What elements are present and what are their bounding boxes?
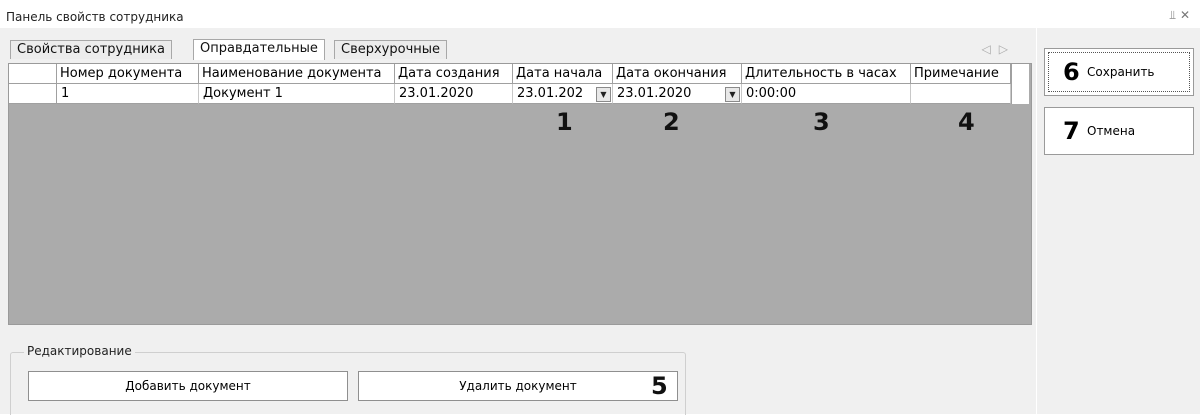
cancel-button-label: Отмена (1087, 124, 1136, 138)
divider (1036, 28, 1037, 414)
add-document-button[interactable]: Добавить документ (28, 371, 348, 401)
grid-header-spacer (1011, 64, 1029, 104)
panel-title: Панель свойств сотрудника (6, 10, 184, 24)
cell-end-date[interactable]: 23.01.2020 (613, 84, 742, 104)
grid-corner (9, 64, 57, 84)
callout-2: 2 (663, 108, 680, 136)
column-header-start[interactable]: Дата начала (513, 64, 613, 84)
chevron-left-icon[interactable]: ◁ (982, 42, 999, 56)
column-header-number[interactable]: Номер документа (57, 64, 199, 84)
column-header-duration[interactable]: Длительность в часах (742, 64, 911, 84)
pin-icon[interactable]: ⫫ (1169, 8, 1180, 22)
documents-grid: Номер документа Наименование документа Д… (8, 63, 1032, 325)
callout-3: 3 (813, 108, 830, 136)
cancel-button[interactable]: 7 Отмена (1044, 107, 1194, 155)
callout-4: 4 (958, 108, 975, 136)
delete-document-button[interactable]: Удалить документ (358, 371, 678, 401)
start-date-dropdown-button[interactable]: ▼ (596, 87, 611, 102)
cell-duration[interactable]: 0:00:00 (742, 84, 911, 104)
chevron-down-icon: ▼ (600, 90, 607, 99)
tab-strip: Свойства сотрудника Оправдательные Сверх… (0, 30, 1030, 60)
chevron-down-icon: ▼ (729, 90, 736, 99)
tab-overtime[interactable]: Сверхурочные (334, 40, 448, 59)
column-header-created[interactable]: Дата создания (395, 64, 513, 84)
column-header-end[interactable]: Дата окончания (613, 64, 742, 84)
column-header-note[interactable]: Примечание (911, 64, 1011, 84)
tab-employee-properties[interactable]: Свойства сотрудника (10, 40, 172, 59)
callout-7: 7 (1063, 117, 1080, 145)
cell-created[interactable]: 23.01.2020 (395, 84, 513, 104)
column-header-name[interactable]: Наименование документа (199, 64, 395, 84)
callout-6: 6 (1063, 58, 1080, 86)
save-button-label: Сохранить (1087, 65, 1155, 79)
chevron-right-icon[interactable]: ▷ (999, 42, 1016, 56)
title-icons: ⫫✕ (1169, 8, 1194, 23)
callout-5: 5 (651, 372, 668, 400)
end-date-dropdown-button[interactable]: ▼ (725, 87, 740, 102)
row-selector[interactable] (9, 84, 57, 104)
top-strip (0, 0, 1200, 6)
callout-1: 1 (556, 108, 573, 136)
editing-group-label: Редактирование (24, 344, 135, 358)
save-button[interactable]: 6 Сохранить (1044, 48, 1194, 96)
cell-note[interactable] (911, 84, 1011, 104)
cell-name[interactable]: Документ 1 (199, 84, 395, 104)
close-icon[interactable]: ✕ (1180, 8, 1194, 22)
tab-justification[interactable]: Оправдательные (193, 39, 325, 60)
tab-scroll-arrows[interactable]: ◁▷ (982, 42, 1016, 56)
cell-number[interactable]: 1 (57, 84, 199, 104)
